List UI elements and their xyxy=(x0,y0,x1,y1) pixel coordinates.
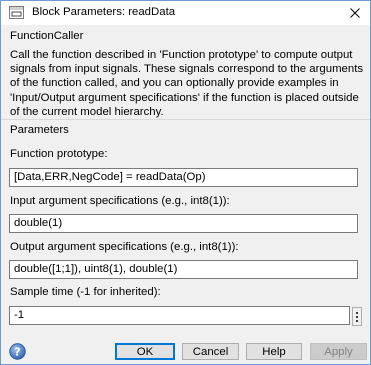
function-prototype-label: Function prototype: xyxy=(10,148,108,160)
description-panel: Call the function described in 'Function… xyxy=(1,43,370,118)
ok-button[interactable]: OK xyxy=(115,343,175,360)
block-parameters-dialog: Block Parameters: readData FunctionCalle… xyxy=(0,0,371,365)
divider xyxy=(1,119,370,120)
input-arg-spec-label: Input argument specifications (e.g., int… xyxy=(10,195,230,207)
cancel-button[interactable]: Cancel xyxy=(182,343,239,360)
more-options-icon-dot xyxy=(356,319,358,322)
title-bar[interactable]: Block Parameters: readData xyxy=(1,1,370,25)
more-options-button[interactable] xyxy=(352,307,362,326)
parameters-header: Parameters xyxy=(10,124,69,136)
svg-text:?: ? xyxy=(14,346,20,359)
simulink-block-icon xyxy=(9,6,24,19)
apply-button[interactable]: Apply xyxy=(310,343,367,360)
input-arg-spec-field[interactable]: double(1) xyxy=(9,214,358,233)
output-arg-spec-label: Output argument specifications (e.g., in… xyxy=(10,241,239,253)
description-header: FunctionCaller xyxy=(10,30,84,42)
function-prototype-field[interactable]: [Data,ERR,NegCode] = readData(Op) xyxy=(9,168,358,187)
help-icon[interactable]: ? xyxy=(9,343,26,360)
sample-time-label: Sample time (-1 for inherited): xyxy=(10,286,161,298)
output-arg-spec-field[interactable]: double([1;1]), uint8(1), double(1) xyxy=(9,260,358,279)
close-icon xyxy=(350,8,360,18)
more-options-icon xyxy=(356,311,358,314)
button-bar: ? OK Cancel Help Apply xyxy=(1,338,370,364)
window-title: Block Parameters: readData xyxy=(32,6,176,18)
more-options-icon-dot xyxy=(356,315,358,318)
close-button[interactable] xyxy=(344,3,366,23)
description-text: Call the function described in 'Function… xyxy=(10,49,364,118)
help-button[interactable]: Help xyxy=(246,343,302,360)
sample-time-field[interactable]: -1 xyxy=(9,306,350,325)
